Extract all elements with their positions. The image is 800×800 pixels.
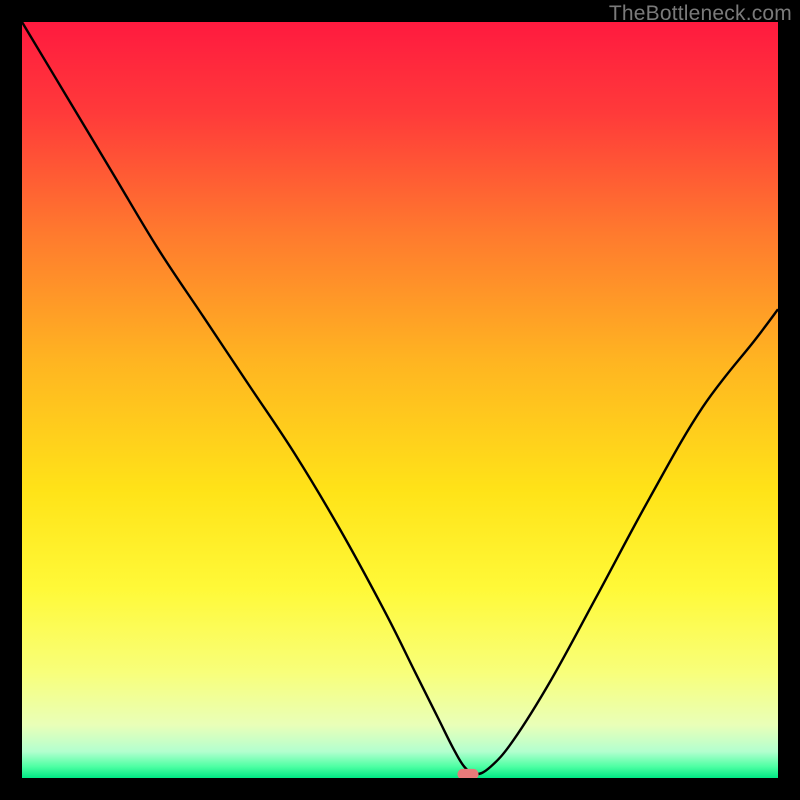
plot-area (22, 22, 778, 778)
chart-frame: TheBottleneck.com (0, 0, 800, 800)
optimal-marker (457, 769, 478, 778)
bottleneck-chart (22, 22, 778, 778)
gradient-background (22, 22, 778, 778)
